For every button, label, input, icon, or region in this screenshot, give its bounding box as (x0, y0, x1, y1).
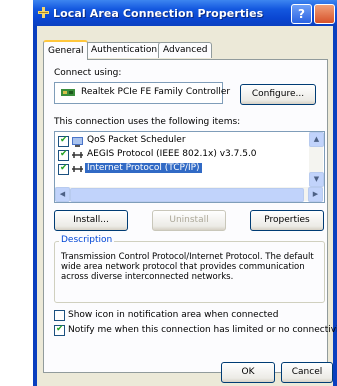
cancel-button[interactable]: Cancel (281, 362, 333, 383)
scroll-down-arrow-icon[interactable]: ▼ (309, 172, 324, 187)
window-title: Local Area Connection Properties (53, 7, 264, 20)
item-label: Internet Protocol (TCP/IP) (85, 163, 202, 173)
scroll-left-arrow-icon[interactable]: ◀ (55, 187, 70, 202)
protocol-icon (72, 152, 83, 158)
check-icon: ✔ (60, 149, 68, 159)
vertical-scrollbar[interactable]: ▲ ▼ (309, 132, 324, 187)
scroll-up-arrow-icon[interactable]: ▲ (309, 132, 324, 147)
show-icon-label: Show icon in notification area when conn… (68, 310, 279, 320)
tab-general[interactable]: General (43, 40, 89, 60)
install-button[interactable]: Install... (54, 210, 128, 231)
item-checkbox[interactable]: ✔ (58, 163, 69, 175)
network-icon (38, 7, 49, 18)
title-bar[interactable]: Local Area Connection Properties ? (33, 0, 337, 26)
properties-button[interactable]: Properties (250, 210, 324, 231)
check-icon: ✔ (60, 135, 68, 145)
connect-using-label: Connect using: (54, 68, 122, 78)
ok-button[interactable]: OK (221, 362, 275, 383)
scheduler-icon (72, 137, 83, 147)
protocol-icon (72, 166, 83, 172)
description-text: Transmission Control Protocol/Internet P… (61, 252, 314, 282)
scroll-right-arrow-icon[interactable]: ▶ (308, 187, 323, 202)
network-adapter-icon (61, 89, 75, 96)
item-checkbox[interactable]: ✔ (58, 135, 69, 147)
check-icon: ✔ (56, 324, 64, 334)
help-button[interactable]: ? (291, 4, 312, 24)
components-list[interactable]: ✔ QoS Packet Scheduler ✔ AEGIS Protocol … (54, 131, 325, 203)
adapter-name: Realtek PCIe FE Family Controller (81, 87, 231, 97)
notify-checkbox[interactable]: ✔ (54, 324, 65, 336)
notify-label: Notify me when this connection has limit… (68, 325, 337, 335)
items-label: This connection uses the following items… (54, 117, 241, 127)
description-label: Description (59, 235, 115, 245)
item-label: AEGIS Protocol (IEEE 802.1x) v3.7.5.0 (87, 149, 257, 159)
scroll-thumb[interactable] (70, 188, 304, 202)
general-panel: Connect using: Realtek PCIe FE Family Co… (43, 59, 337, 373)
tab-advanced[interactable]: Advanced (158, 42, 213, 58)
adapter-box: Realtek PCIe FE Family Controller (54, 82, 230, 104)
item-checkbox[interactable]: ✔ (58, 149, 69, 161)
check-icon: ✔ (60, 163, 68, 173)
item-label: QoS Packet Scheduler (87, 135, 186, 145)
horizontal-scrollbar[interactable]: ◀ ▶ (55, 187, 323, 202)
uninstall-button[interactable]: Uninstall (152, 210, 226, 231)
configure-button[interactable]: Configure... (240, 84, 316, 105)
properties-dialog: Local Area Connection Properties ? Gener… (33, 0, 337, 386)
dialog-body: General Authentication Advanced Connect … (37, 26, 337, 386)
tab-authentication[interactable]: Authentication (86, 42, 163, 58)
description-group: Description Transmission Control Protoco… (54, 235, 325, 303)
show-icon-checkbox[interactable] (54, 310, 65, 321)
close-button[interactable] (314, 4, 335, 24)
